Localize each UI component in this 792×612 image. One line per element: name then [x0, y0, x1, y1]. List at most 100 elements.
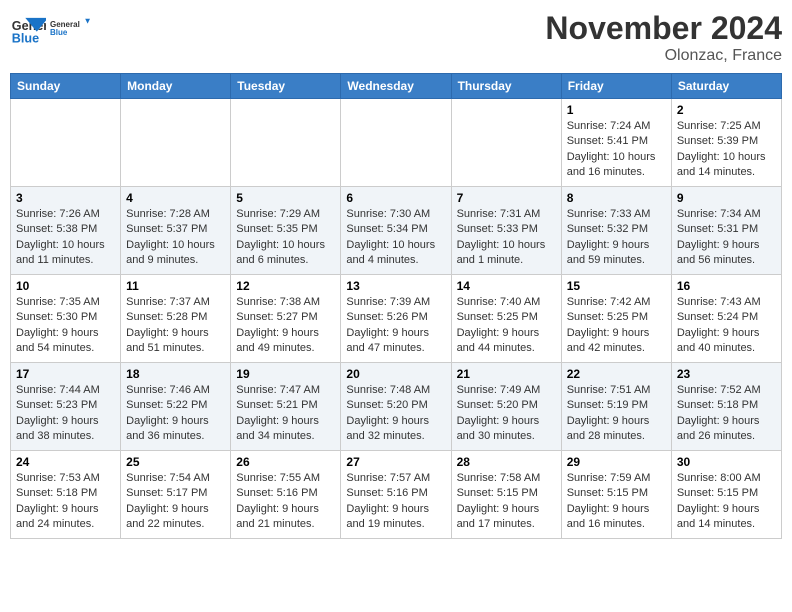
sunset: Sunset: 5:26 PM: [346, 310, 445, 325]
sunrise: Sunrise: 7:24 AM: [567, 119, 666, 134]
sunset: Sunset: 5:17 PM: [126, 486, 225, 501]
day-number: 9: [677, 191, 776, 205]
cell-1-3: 6 Sunrise: 7:30 AM Sunset: 5:34 PM Dayli…: [341, 187, 451, 275]
day-info: Sunrise: 7:57 AM Sunset: 5:16 PM Dayligh…: [346, 471, 445, 533]
sunrise: Sunrise: 7:34 AM: [677, 207, 776, 222]
week-row-1: 3 Sunrise: 7:26 AM Sunset: 5:38 PM Dayli…: [11, 187, 782, 275]
cell-2-2: 12 Sunrise: 7:38 AM Sunset: 5:27 PM Dayl…: [231, 275, 341, 363]
sunset: Sunset: 5:41 PM: [567, 134, 666, 149]
day-number: 22: [567, 367, 666, 381]
col-tuesday: Tuesday: [231, 74, 341, 99]
day-number: 24: [16, 455, 115, 469]
sunset: Sunset: 5:31 PM: [677, 222, 776, 237]
day-info: Sunrise: 7:40 AM Sunset: 5:25 PM Dayligh…: [457, 295, 556, 357]
daylight: Daylight: 9 hours and 34 minutes.: [236, 414, 335, 445]
sunset: Sunset: 5:18 PM: [16, 486, 115, 501]
day-number: 11: [126, 279, 225, 293]
day-info: Sunrise: 7:54 AM Sunset: 5:17 PM Dayligh…: [126, 471, 225, 533]
col-wednesday: Wednesday: [341, 74, 451, 99]
title-block: November 2024 Olonzac, France: [545, 10, 782, 65]
day-info: Sunrise: 7:51 AM Sunset: 5:19 PM Dayligh…: [567, 383, 666, 445]
sunrise: Sunrise: 7:40 AM: [457, 295, 556, 310]
day-info: Sunrise: 7:58 AM Sunset: 5:15 PM Dayligh…: [457, 471, 556, 533]
cell-3-6: 23 Sunrise: 7:52 AM Sunset: 5:18 PM Dayl…: [671, 363, 781, 451]
cell-3-4: 21 Sunrise: 7:49 AM Sunset: 5:20 PM Dayl…: [451, 363, 561, 451]
sunrise: Sunrise: 7:33 AM: [567, 207, 666, 222]
day-number: 10: [16, 279, 115, 293]
day-info: Sunrise: 7:53 AM Sunset: 5:18 PM Dayligh…: [16, 471, 115, 533]
cell-4-5: 29 Sunrise: 7:59 AM Sunset: 5:15 PM Dayl…: [561, 451, 671, 539]
day-number: 16: [677, 279, 776, 293]
daylight: Daylight: 9 hours and 42 minutes.: [567, 326, 666, 357]
cell-0-0: [11, 99, 121, 187]
day-number: 12: [236, 279, 335, 293]
logo-icon: General Blue: [10, 12, 46, 48]
col-friday: Friday: [561, 74, 671, 99]
calendar-header-row: Sunday Monday Tuesday Wednesday Thursday…: [11, 74, 782, 99]
sunset: Sunset: 5:16 PM: [346, 486, 445, 501]
daylight: Daylight: 9 hours and 30 minutes.: [457, 414, 556, 445]
sunset: Sunset: 5:25 PM: [567, 310, 666, 325]
sunrise: Sunrise: 7:30 AM: [346, 207, 445, 222]
day-info: Sunrise: 7:59 AM Sunset: 5:15 PM Dayligh…: [567, 471, 666, 533]
week-row-2: 10 Sunrise: 7:35 AM Sunset: 5:30 PM Dayl…: [11, 275, 782, 363]
day-number: 20: [346, 367, 445, 381]
cell-4-4: 28 Sunrise: 7:58 AM Sunset: 5:15 PM Dayl…: [451, 451, 561, 539]
sunset: Sunset: 5:16 PM: [236, 486, 335, 501]
daylight: Daylight: 10 hours and 9 minutes.: [126, 238, 225, 269]
daylight: Daylight: 9 hours and 19 minutes.: [346, 502, 445, 533]
sunrise: Sunrise: 7:37 AM: [126, 295, 225, 310]
day-info: Sunrise: 7:46 AM Sunset: 5:22 PM Dayligh…: [126, 383, 225, 445]
day-number: 23: [677, 367, 776, 381]
cell-4-2: 26 Sunrise: 7:55 AM Sunset: 5:16 PM Dayl…: [231, 451, 341, 539]
cell-2-6: 16 Sunrise: 7:43 AM Sunset: 5:24 PM Dayl…: [671, 275, 781, 363]
daylight: Daylight: 10 hours and 16 minutes.: [567, 150, 666, 181]
week-row-0: 1 Sunrise: 7:24 AM Sunset: 5:41 PM Dayli…: [11, 99, 782, 187]
daylight: Daylight: 9 hours and 59 minutes.: [567, 238, 666, 269]
cell-1-5: 8 Sunrise: 7:33 AM Sunset: 5:32 PM Dayli…: [561, 187, 671, 275]
svg-text:Blue: Blue: [12, 32, 39, 46]
sunrise: Sunrise: 7:52 AM: [677, 383, 776, 398]
cell-2-5: 15 Sunrise: 7:42 AM Sunset: 5:25 PM Dayl…: [561, 275, 671, 363]
day-info: Sunrise: 7:25 AM Sunset: 5:39 PM Dayligh…: [677, 119, 776, 181]
col-sunday: Sunday: [11, 74, 121, 99]
sunrise: Sunrise: 7:57 AM: [346, 471, 445, 486]
sunrise: Sunrise: 7:54 AM: [126, 471, 225, 486]
sunrise: Sunrise: 8:00 AM: [677, 471, 776, 486]
day-number: 13: [346, 279, 445, 293]
cell-1-6: 9 Sunrise: 7:34 AM Sunset: 5:31 PM Dayli…: [671, 187, 781, 275]
general-blue-logo-svg: General Blue: [50, 10, 94, 50]
sunrise: Sunrise: 7:43 AM: [677, 295, 776, 310]
daylight: Daylight: 9 hours and 32 minutes.: [346, 414, 445, 445]
cell-2-4: 14 Sunrise: 7:40 AM Sunset: 5:25 PM Dayl…: [451, 275, 561, 363]
day-number: 30: [677, 455, 776, 469]
col-thursday: Thursday: [451, 74, 561, 99]
week-row-4: 24 Sunrise: 7:53 AM Sunset: 5:18 PM Dayl…: [11, 451, 782, 539]
cell-2-3: 13 Sunrise: 7:39 AM Sunset: 5:26 PM Dayl…: [341, 275, 451, 363]
daylight: Daylight: 10 hours and 1 minute.: [457, 238, 556, 269]
day-info: Sunrise: 7:42 AM Sunset: 5:25 PM Dayligh…: [567, 295, 666, 357]
sunrise: Sunrise: 7:26 AM: [16, 207, 115, 222]
sunrise: Sunrise: 7:58 AM: [457, 471, 556, 486]
month-title: November 2024: [545, 10, 782, 47]
sunrise: Sunrise: 7:29 AM: [236, 207, 335, 222]
sunrise: Sunrise: 7:55 AM: [236, 471, 335, 486]
sunset: Sunset: 5:30 PM: [16, 310, 115, 325]
day-info: Sunrise: 7:31 AM Sunset: 5:33 PM Dayligh…: [457, 207, 556, 269]
daylight: Daylight: 9 hours and 36 minutes.: [126, 414, 225, 445]
day-number: 7: [457, 191, 556, 205]
day-number: 26: [236, 455, 335, 469]
sunrise: Sunrise: 7:39 AM: [346, 295, 445, 310]
cell-1-1: 4 Sunrise: 7:28 AM Sunset: 5:37 PM Dayli…: [121, 187, 231, 275]
daylight: Daylight: 9 hours and 44 minutes.: [457, 326, 556, 357]
day-number: 15: [567, 279, 666, 293]
day-info: Sunrise: 7:43 AM Sunset: 5:24 PM Dayligh…: [677, 295, 776, 357]
day-info: Sunrise: 7:55 AM Sunset: 5:16 PM Dayligh…: [236, 471, 335, 533]
daylight: Daylight: 9 hours and 56 minutes.: [677, 238, 776, 269]
daylight: Daylight: 10 hours and 14 minutes.: [677, 150, 776, 181]
sunrise: Sunrise: 7:42 AM: [567, 295, 666, 310]
sunrise: Sunrise: 7:47 AM: [236, 383, 335, 398]
day-info: Sunrise: 7:49 AM Sunset: 5:20 PM Dayligh…: [457, 383, 556, 445]
day-info: Sunrise: 7:44 AM Sunset: 5:23 PM Dayligh…: [16, 383, 115, 445]
day-number: 14: [457, 279, 556, 293]
